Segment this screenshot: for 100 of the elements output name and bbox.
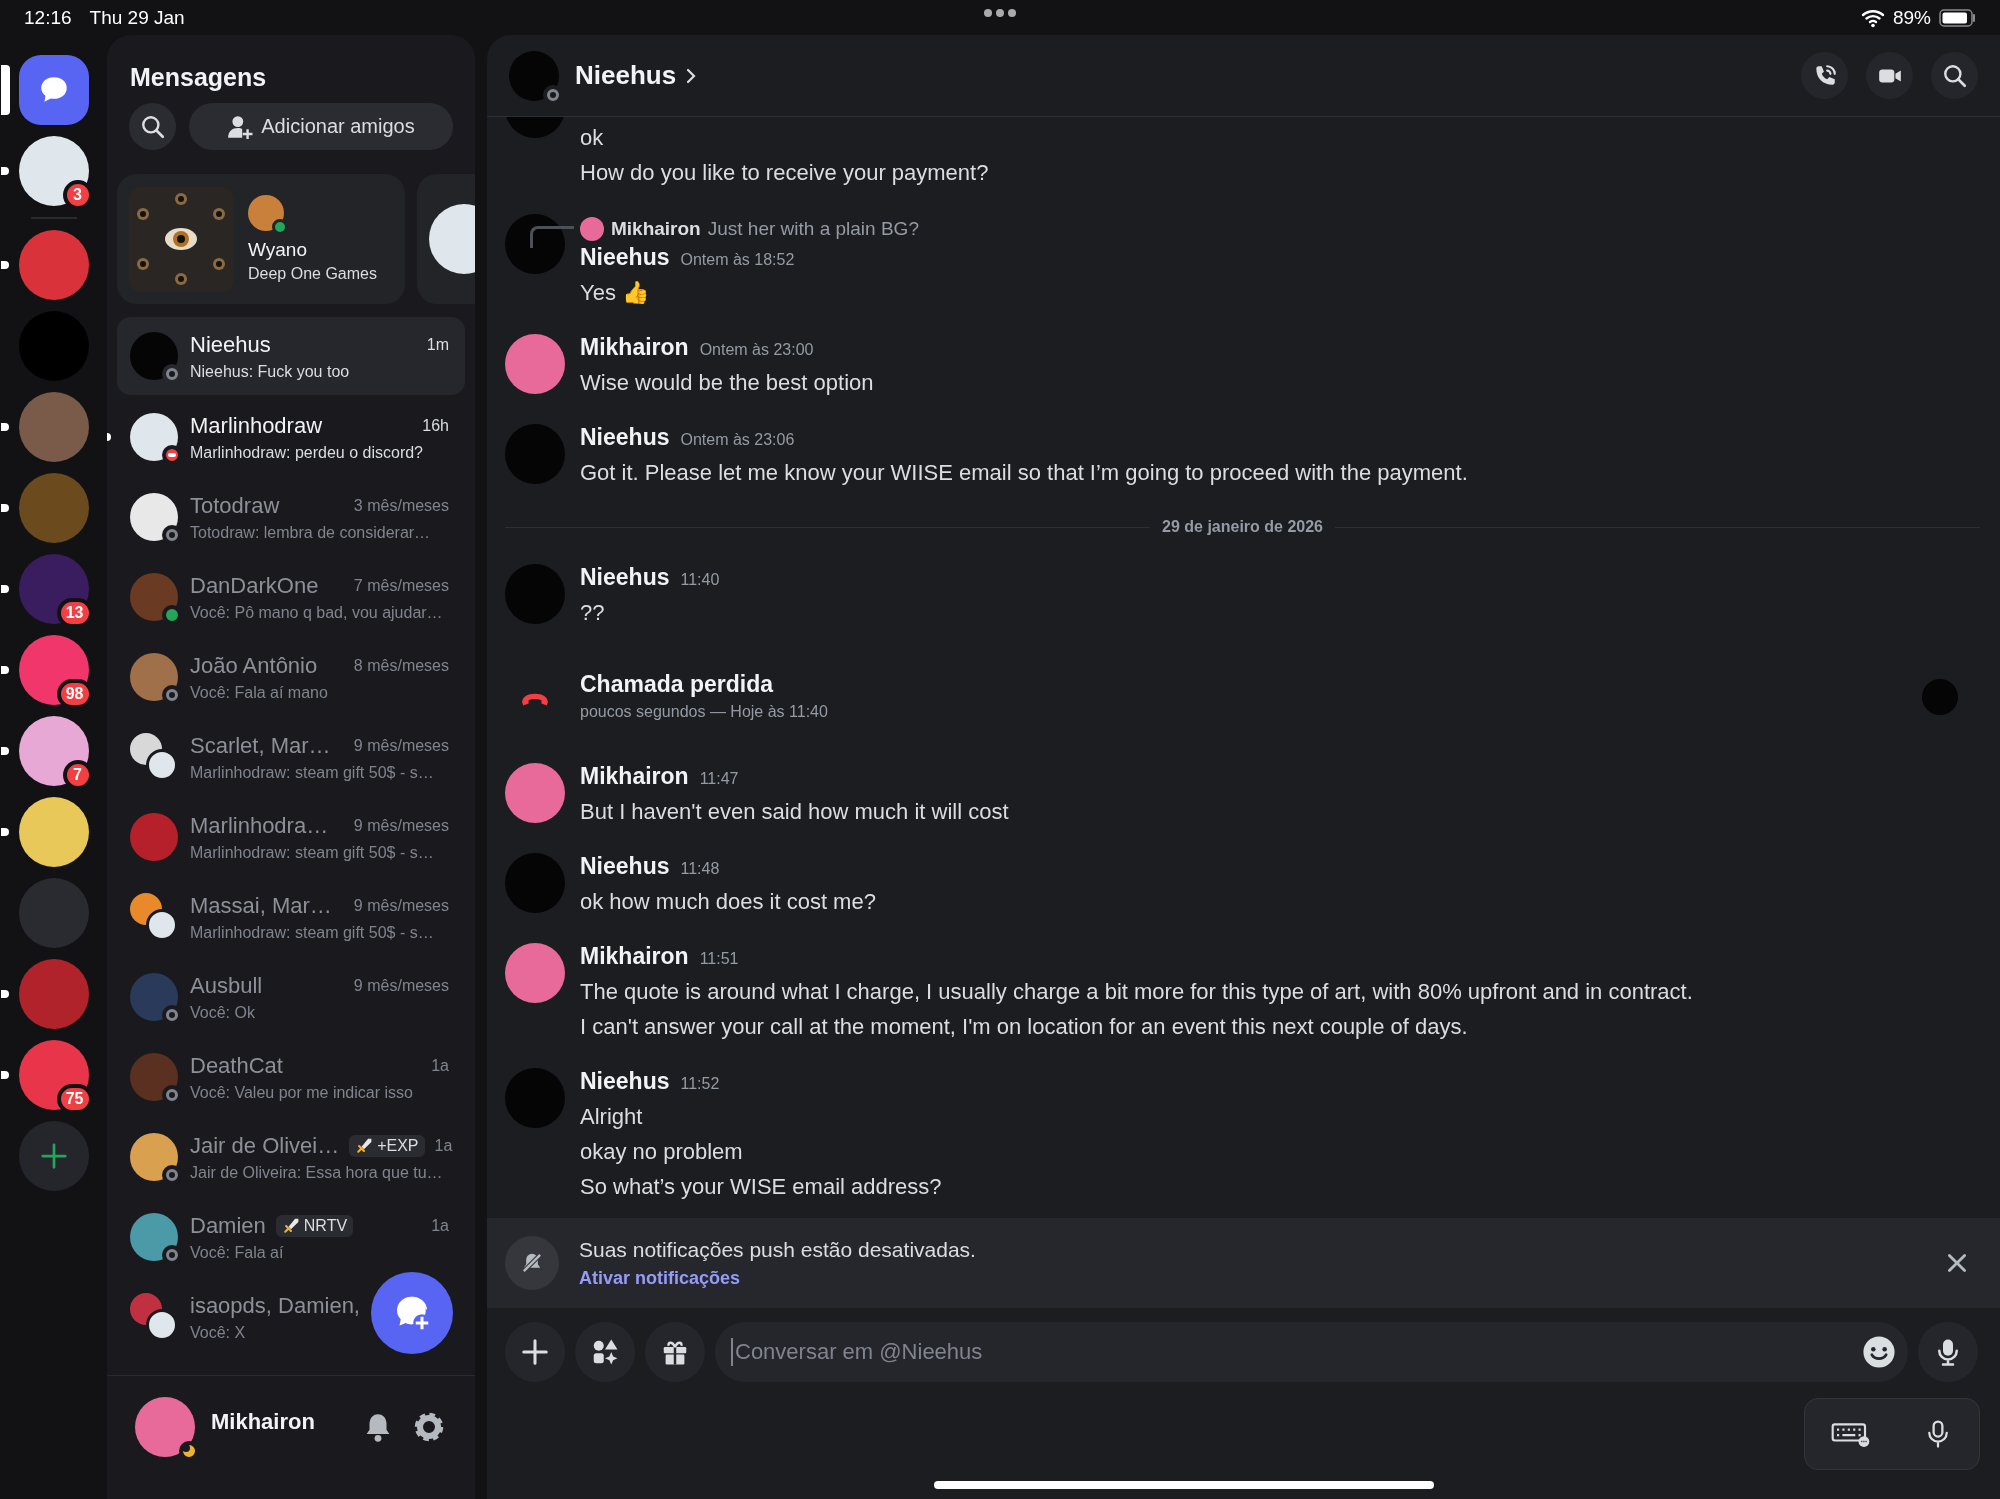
server-tag: NRTV — [275, 1214, 354, 1237]
author-name: Nieehus — [580, 424, 670, 451]
conversation-item[interactable]: Ausbull 9 mês/meses Você: Ok — [117, 957, 465, 1037]
add-person-icon — [227, 113, 254, 140]
timestamp: 7 mês/meses — [353, 576, 449, 595]
message-text: Yes 👍 — [580, 279, 650, 307]
add-friends-button[interactable]: Adicionar amigos — [189, 103, 453, 150]
clock-time: 12:16 — [24, 6, 72, 29]
friend-name: Wyano — [248, 239, 308, 261]
search-button[interactable] — [129, 103, 176, 150]
multitasking-dots-icon[interactable] — [984, 9, 1016, 17]
message-preview: Marlinhodraw: perdeu o discord? — [190, 443, 424, 462]
timestamp: 9 mês/meses — [353, 896, 449, 915]
message-preview: Você: X — [190, 1323, 247, 1342]
author-name: Mikhairon — [580, 943, 689, 970]
author-name: Nieehus — [580, 1068, 670, 1095]
conversation-item[interactable]: Marlinhodraw 16h Marlinhodraw: perdeu o discord? — [117, 397, 465, 477]
message-preview: Nieehus: Fuck you too — [190, 362, 351, 381]
timestamp: 1a — [434, 1136, 453, 1155]
conversation-item[interactable]: isaopds, Damien, Você: X — [117, 1277, 465, 1357]
call-title: Chamada perdida — [580, 670, 775, 699]
message-field[interactable]: Conversar em @Nieehus — [715, 1322, 1908, 1382]
conversation-name: Totodraw — [190, 492, 280, 519]
conversation-item[interactable]: João Antônio 8 mês/meses Você: Fala aí mano — [117, 637, 465, 717]
message-text: So what’s your WISE email address? — [580, 1173, 943, 1201]
conversation-name: DanDarkOne — [190, 572, 319, 599]
battery-icon — [1939, 8, 1976, 27]
message-input[interactable]: Conversar em @Nieehus — [731, 1338, 1852, 1366]
message-text: ok how much does it cost me? — [580, 888, 877, 916]
call-detail: poucos segundos — Hoje às 11:40 — [580, 702, 829, 722]
author-name: Nieehus — [580, 244, 670, 271]
enable-notifications-link[interactable]: Ativar notificações — [579, 1267, 741, 1289]
timestamp: Ontem às 23:00 — [699, 341, 814, 359]
timestamp: Ontem às 23:06 — [680, 431, 795, 449]
timestamp: 1m — [426, 335, 449, 354]
message-preview: Você: Pô mano q bad, vou ajudar… — [190, 603, 444, 622]
message-text: Wise would be the best option — [580, 369, 875, 397]
conversation-item[interactable]: Nieehus 1m Nieehus: Fuck you too — [117, 317, 465, 395]
timestamp: 8 mês/meses — [353, 656, 449, 675]
conversation-item[interactable]: DanDarkOne 7 mês/meses Você: Pô mano q bad, vou ajudar… — [117, 557, 465, 637]
conversation-item[interactable]: Jair de Olivei… +EXP 1a Jair de Oliveira: Essa hora que tu… — [117, 1117, 465, 1197]
activity-name: Deep One Games — [248, 265, 377, 283]
conversation-name: Jair de Olivei… — [190, 1132, 340, 1159]
message-preview: Marlinhodraw: steam gift 50$ - s… — [190, 763, 435, 782]
reply-author: Mikhairon — [611, 218, 701, 240]
timestamp: 9 mês/meses — [353, 976, 449, 995]
voice-call-button[interactable] — [1801, 52, 1848, 99]
search-icon — [1941, 62, 1968, 89]
conversation-item[interactable]: Totodraw 3 mês/meses Totodraw: lembra de considerar… — [117, 477, 465, 557]
banner-text: Suas notificações push estão desativadas. — [579, 1237, 976, 1262]
message-text: okay no problem — [580, 1138, 744, 1166]
timestamp: 3 mês/meses — [353, 496, 449, 515]
message-preview: Marlinhodraw: steam gift 50$ - s… — [190, 843, 435, 862]
search-button[interactable] — [1931, 52, 1978, 99]
conversation-name: Scarlet, Mar… — [190, 732, 331, 759]
conversation-name: Marlinhodraw — [190, 412, 323, 439]
smiley-icon — [1862, 1335, 1896, 1369]
timestamp: 11:48 — [680, 860, 720, 878]
message-text: The quote is around what I charge, I usually charge a bit more for this type of art, with 80% upfront and in contract. — [580, 978, 1694, 1006]
conversation-item[interactable]: Scarlet, Mar… 9 mês/meses Marlinhodraw: steam gift 50$ - s… — [117, 717, 465, 797]
author-name: Nieehus — [580, 564, 670, 591]
conversation-item[interactable]: DeathCat 1a Você: Valeu por me indicar isso — [117, 1037, 465, 1117]
timestamp: 1a — [431, 1216, 449, 1235]
message-text: I can't answer your call at the moment, I'm on location for an event this next couple of days. — [580, 1013, 1469, 1041]
message-text: ?? — [580, 599, 606, 627]
conversation-item[interactable]: Damien NRTV 1a Você: Fala aí — [117, 1197, 465, 1277]
server-tag: +EXP — [349, 1134, 425, 1157]
message-preview: Jair de Oliveira: Essa hora que tu… — [190, 1163, 444, 1182]
conversation-item[interactable]: Marlinhodra… 9 mês/meses Marlinhodraw: steam gift 50$ - s… — [117, 797, 465, 877]
username: Mikhairon — [211, 1408, 316, 1435]
message-preview: Marlinhodraw: steam gift 50$ - s… — [190, 923, 435, 942]
battery-percentage: 89% — [1892, 6, 1931, 29]
message-preview: Você: Fala aí — [190, 1243, 285, 1262]
reply-text: Just her with a plain BG? — [707, 218, 919, 240]
conversation-name: Ausbull — [190, 972, 263, 999]
conversation-name: DeathCat — [190, 1052, 283, 1079]
conversation-name: Nieehus — [190, 331, 271, 358]
video-call-button[interactable] — [1866, 52, 1913, 99]
home-indicator[interactable] — [933, 1480, 1434, 1489]
conversation-name: Damien — [190, 1212, 266, 1239]
conversation-item[interactable]: Massai, Mar… 9 mês/meses Marlinhodraw: steam gift 50$ - s… — [117, 877, 465, 957]
emoji-button[interactable] — [1862, 1335, 1896, 1369]
timestamp: 11:51 — [699, 950, 739, 968]
conversation-name: Massai, Mar… — [190, 892, 332, 919]
author-name: Mikhairon — [580, 334, 689, 361]
timestamp: 11:40 — [680, 571, 720, 589]
keyboard-button[interactable] — [1831, 1420, 1871, 1448]
sword-icon — [355, 1136, 374, 1155]
reply-connector — [530, 226, 574, 248]
activity-card[interactable]: Wyano Deep One Games — [117, 174, 405, 304]
sword-icon — [281, 1216, 300, 1235]
keyboard-icon — [1831, 1420, 1871, 1448]
timestamp: 11:47 — [699, 770, 739, 788]
status-date: Thu 29 Jan — [89, 6, 185, 29]
plus-icon — [520, 1337, 550, 1367]
message-text: But I haven't even said how much it will cost — [580, 798, 1010, 826]
timestamp: 16h — [422, 416, 449, 435]
conversation-name: João Antônio — [190, 652, 318, 679]
channel-title[interactable]: Nieehus — [575, 60, 699, 91]
panel-title: Mensagens — [129, 62, 268, 93]
